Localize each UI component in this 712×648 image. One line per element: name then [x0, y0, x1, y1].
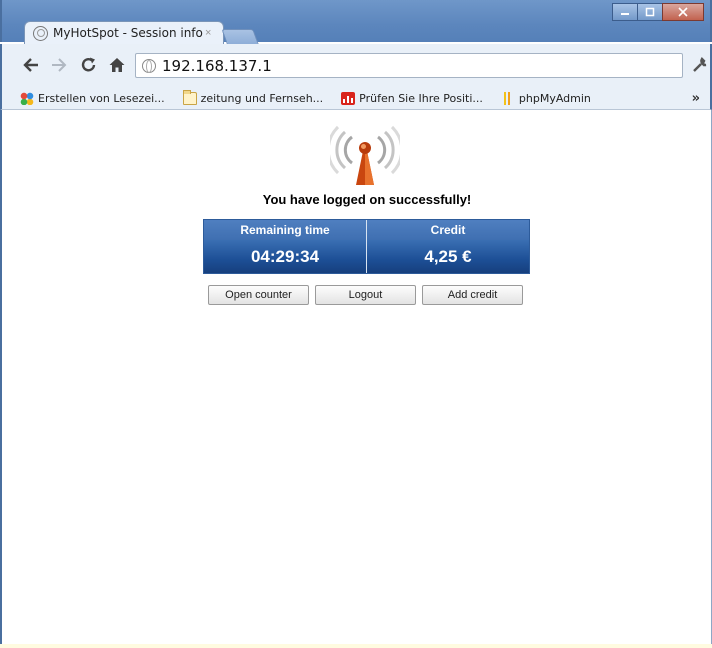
tab-title: MyHotSpot - Session inform — [53, 26, 203, 40]
remaining-time-value: 04:29:34 — [204, 240, 366, 273]
wrench-menu-button[interactable] — [691, 56, 709, 79]
forward-arrow-icon — [52, 58, 67, 72]
address-bar[interactable]: 192.168.137.1 — [135, 53, 683, 78]
phpmyadmin-icon — [500, 92, 515, 105]
minimize-button[interactable] — [612, 3, 638, 21]
home-icon — [109, 58, 125, 72]
antenna-icon — [330, 125, 400, 185]
bookmark-label: phpMyAdmin — [518, 92, 591, 105]
reload-icon — [81, 57, 96, 72]
back-button[interactable] — [20, 54, 42, 76]
forward-button[interactable] — [48, 54, 70, 76]
remaining-time-label: Remaining time — [204, 220, 366, 240]
window-titlebar: MyHotSpot - Session inform × — [0, 0, 712, 44]
credit-value: 4,25 € — [367, 240, 529, 273]
address-url: 192.168.137.1 — [162, 56, 272, 75]
wrench-icon — [693, 57, 707, 72]
close-window-button[interactable] — [662, 3, 704, 21]
maximize-button[interactable] — [637, 3, 663, 21]
minimize-icon — [621, 13, 629, 15]
page-content: You have logged on successfully! Remaini… — [0, 110, 712, 648]
browser-tab[interactable]: MyHotSpot - Session inform × — [24, 21, 224, 44]
action-buttons: Open counter Logout Add credit — [208, 285, 529, 305]
bookmark-label: Prüfen Sie Ihre Positi... — [359, 92, 483, 105]
bookmarks-bar: Erstellen von Lesezei... zeitung und Fer… — [0, 88, 712, 110]
close-icon — [678, 7, 688, 17]
bookmark-label: zeitung und Fernseh... — [200, 92, 324, 105]
bookmarks-overflow-button[interactable]: » — [692, 91, 700, 106]
bookmark-folder[interactable]: zeitung und Fernseh... — [182, 90, 324, 105]
bookmark-label: Erstellen von Lesezei... — [38, 92, 165, 105]
add-credit-button[interactable]: Add credit — [422, 285, 523, 305]
page-bottom-strip — [0, 644, 712, 648]
close-tab-icon[interactable]: × — [205, 27, 211, 39]
open-counter-button[interactable]: Open counter — [208, 285, 309, 305]
globe-icon — [33, 25, 48, 41]
success-message: You have logged on successfully! — [262, 192, 472, 207]
red-chart-icon — [341, 92, 356, 105]
logout-button[interactable]: Logout — [315, 285, 416, 305]
reload-button[interactable] — [78, 54, 100, 76]
google-people-icon — [20, 92, 34, 105]
browser-toolbar: 192.168.137.1 — [0, 44, 712, 88]
credit-label: Credit — [367, 220, 529, 240]
folder-icon — [182, 90, 197, 105]
bookmark-item[interactable]: phpMyAdmin — [500, 92, 591, 105]
session-info-box: Remaining time 04:29:34 Credit 4,25 € — [203, 219, 530, 274]
remaining-time-cell: Remaining time 04:29:34 — [204, 220, 366, 273]
home-button[interactable] — [106, 54, 128, 76]
back-arrow-icon — [23, 58, 38, 72]
maximize-icon — [645, 7, 655, 17]
window-controls — [612, 3, 704, 21]
bookmark-item[interactable]: Prüfen Sie Ihre Positi... — [341, 92, 483, 105]
credit-cell: Credit 4,25 € — [366, 220, 529, 273]
globe-icon — [142, 58, 156, 73]
bookmark-item[interactable]: Erstellen von Lesezei... — [20, 92, 165, 105]
new-tab-button[interactable] — [221, 29, 259, 44]
